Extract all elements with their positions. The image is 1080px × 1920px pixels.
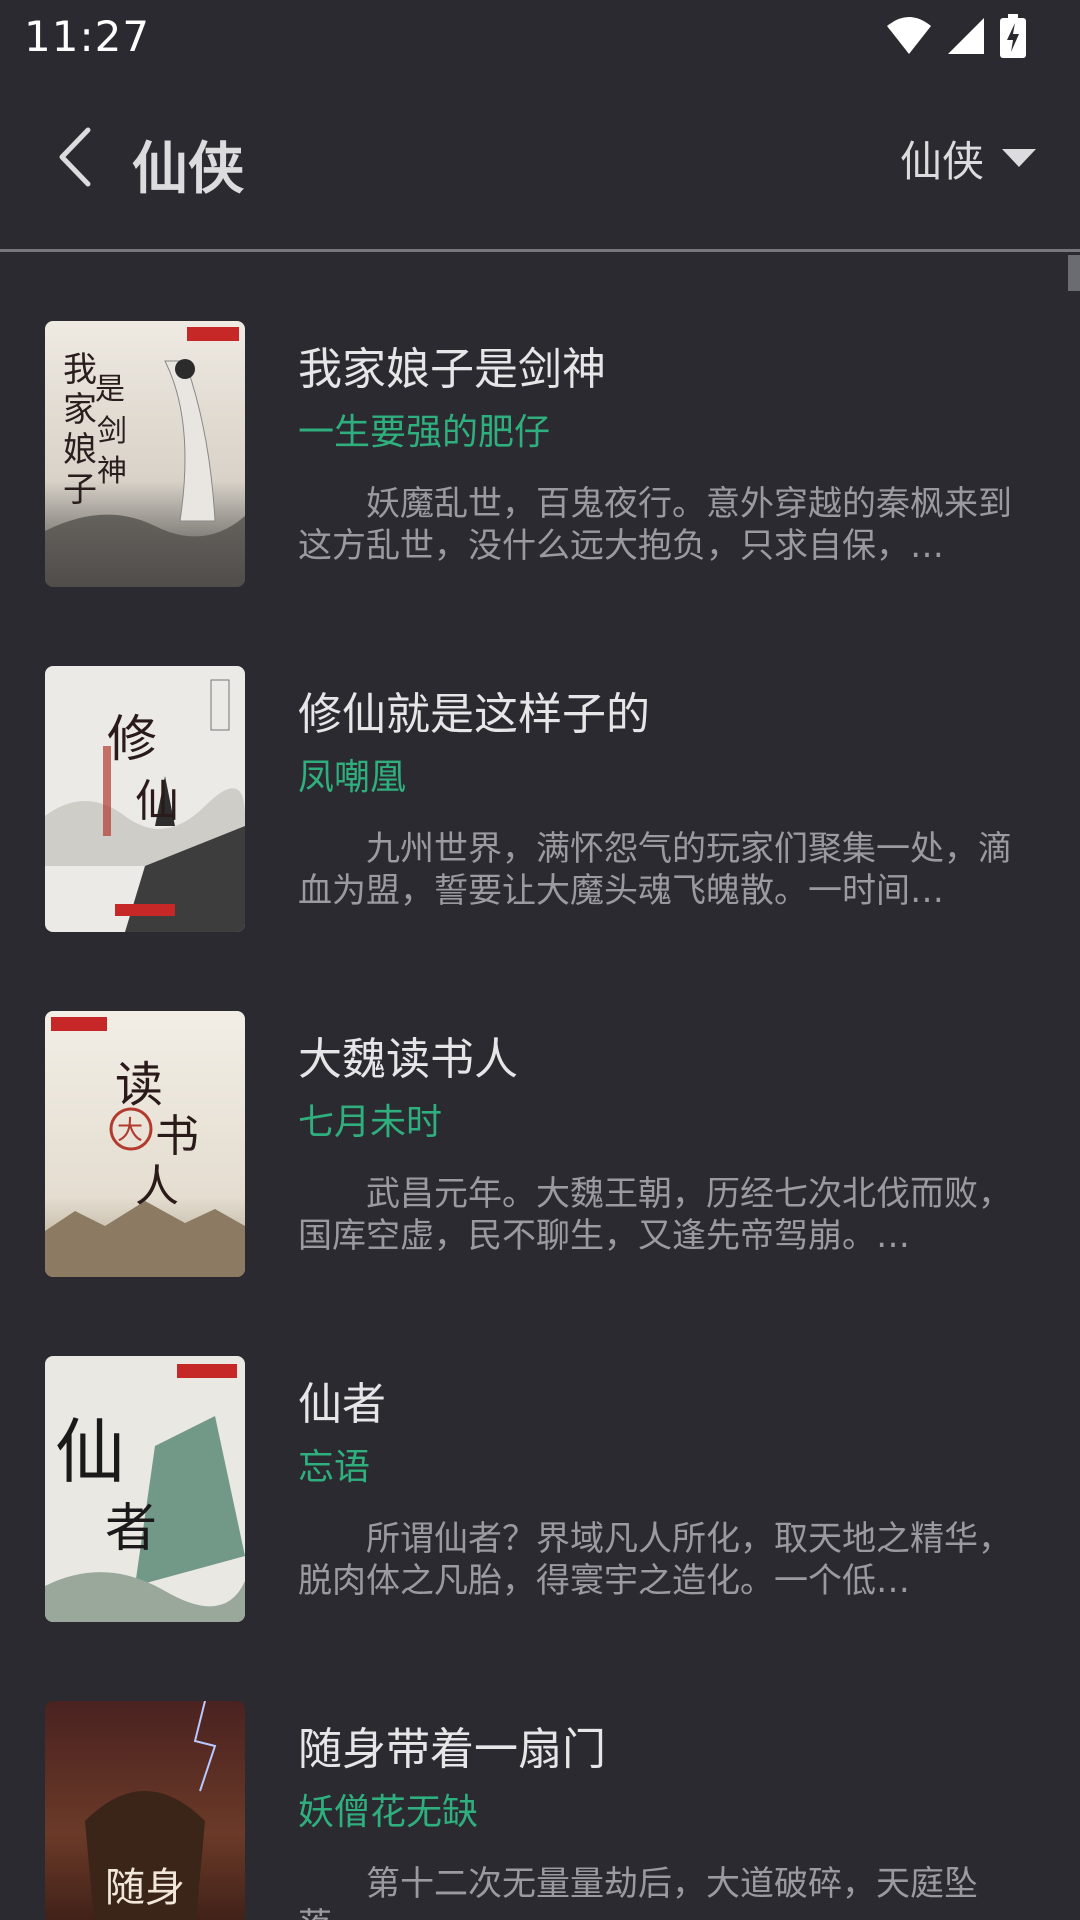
svg-text:子: 子 xyxy=(63,470,97,510)
book-item[interactable]: 修 仙 修仙就是这样子的 凤嘲凰 九州世界，满怀怨气的玩家们聚集一处，滴血为盟，… xyxy=(0,600,1080,945)
book-list[interactable]: 我 是 家 剑 娘 神 子 我家娘子是剑神 一生要强的肥仔 妖魔乱世，百鬼夜行。… xyxy=(0,255,1080,1920)
book-title: 我家娘子是剑神 xyxy=(298,344,606,395)
svg-text:家: 家 xyxy=(63,390,97,430)
book-title: 仙者 xyxy=(298,1379,386,1430)
book-cover[interactable]: 仙 者 xyxy=(45,1356,245,1622)
cover-art: 读 大 书 人 xyxy=(45,1011,245,1277)
svg-text:书: 书 xyxy=(155,1111,199,1162)
book-cover[interactable]: 我 是 家 剑 娘 神 子 xyxy=(45,321,245,587)
book-description: 武昌元年。大魏王朝，历经七次北伐而败，国库空虚，民不聊生，又逢先帝驾崩。… xyxy=(298,1174,1012,1256)
category-label: 仙侠 xyxy=(899,137,984,186)
book-item[interactable]: 我 是 家 剑 娘 神 子 我家娘子是剑神 一生要强的肥仔 妖魔乱世，百鬼夜行。… xyxy=(0,255,1080,600)
book-author: 妖僧花无缺 xyxy=(298,1792,479,1833)
book-title: 修仙就是这样子的 xyxy=(298,689,650,740)
book-description: 妖魔乱世，百鬼夜行。意外穿越的秦枫来到这方乱世，没什么远大抱负，只求自保，… xyxy=(298,484,1012,566)
wifi-icon xyxy=(886,16,932,56)
book-author: 忘语 xyxy=(298,1447,371,1488)
book-title: 随身带着一扇门 xyxy=(298,1724,606,1775)
book-author: 凤嘲凰 xyxy=(298,757,407,798)
book-description: 九州世界，满怀怨气的玩家们聚集一处，滴血为盟，誓要让大魔头魂飞魄散。一时间… xyxy=(298,829,1012,911)
svg-text:读: 读 xyxy=(115,1057,163,1113)
svg-text:我: 我 xyxy=(63,350,97,390)
book-item[interactable]: 仙 者 仙者 忘语 所谓仙者？界域凡人所化，取天地之精华，脱肉体之凡胎，得寰宇之… xyxy=(0,1290,1080,1635)
cover-art: 修 仙 xyxy=(45,666,245,932)
category-dropdown[interactable]: 仙侠 xyxy=(900,128,1036,189)
book-item[interactable]: 随身 带着一扇门 随身带着一扇门 妖僧花无缺 第十二次无量量劫后，大道破碎，天庭… xyxy=(0,1635,1080,1920)
status-icons xyxy=(886,14,1056,58)
svg-text:随身: 随身 xyxy=(105,1865,185,1911)
svg-text:者: 者 xyxy=(105,1499,157,1559)
status-time: 11:27 xyxy=(24,11,151,61)
svg-text:神: 神 xyxy=(97,454,127,489)
cover-art: 仙 者 xyxy=(45,1356,245,1622)
book-description: 第十二次无量量劫后，大道破碎，天庭坠落，… xyxy=(298,1864,978,1920)
book-author: 七月未时 xyxy=(298,1102,443,1143)
app-bar: 仙侠 仙侠 xyxy=(0,72,1080,252)
svg-text:仙: 仙 xyxy=(135,776,179,827)
scrollbar[interactable] xyxy=(1068,255,1080,291)
chevron-left-icon xyxy=(59,127,91,187)
page-title: 仙侠 xyxy=(132,137,244,202)
book-title: 大魏读书人 xyxy=(298,1034,518,1085)
battery-charging-icon xyxy=(1000,14,1026,58)
back-button[interactable] xyxy=(46,122,102,192)
svg-text:大: 大 xyxy=(117,1116,143,1146)
book-cover[interactable]: 修 仙 xyxy=(45,666,245,932)
book-cover[interactable]: 读 大 书 人 xyxy=(45,1011,245,1277)
svg-text:娘: 娘 xyxy=(63,430,97,470)
cover-art: 随身 带着一扇门 xyxy=(45,1701,245,1920)
status-bar: 11:27 xyxy=(0,0,1080,72)
book-author: 一生要强的肥仔 xyxy=(298,412,551,453)
book-item[interactable]: 读 大 书 人 大魏读书人 七月未时 武昌元年。大魏王朝，历经七次北伐而败，国库… xyxy=(0,945,1080,1290)
svg-text:是: 是 xyxy=(95,372,125,407)
svg-text:剑: 剑 xyxy=(97,414,127,449)
cover-art: 我 是 家 剑 娘 神 子 xyxy=(45,321,245,587)
svg-text:修: 修 xyxy=(107,710,157,768)
svg-text:仙: 仙 xyxy=(55,1411,125,1493)
book-description: 所谓仙者？界域凡人所化，取天地之精华，脱肉体之凡胎，得寰宇之造化。一个低… xyxy=(298,1519,1012,1601)
triangle-down-icon xyxy=(1002,148,1036,167)
signal-icon xyxy=(946,16,986,56)
book-cover[interactable]: 随身 带着一扇门 xyxy=(45,1701,245,1920)
svg-text:人: 人 xyxy=(135,1161,179,1212)
